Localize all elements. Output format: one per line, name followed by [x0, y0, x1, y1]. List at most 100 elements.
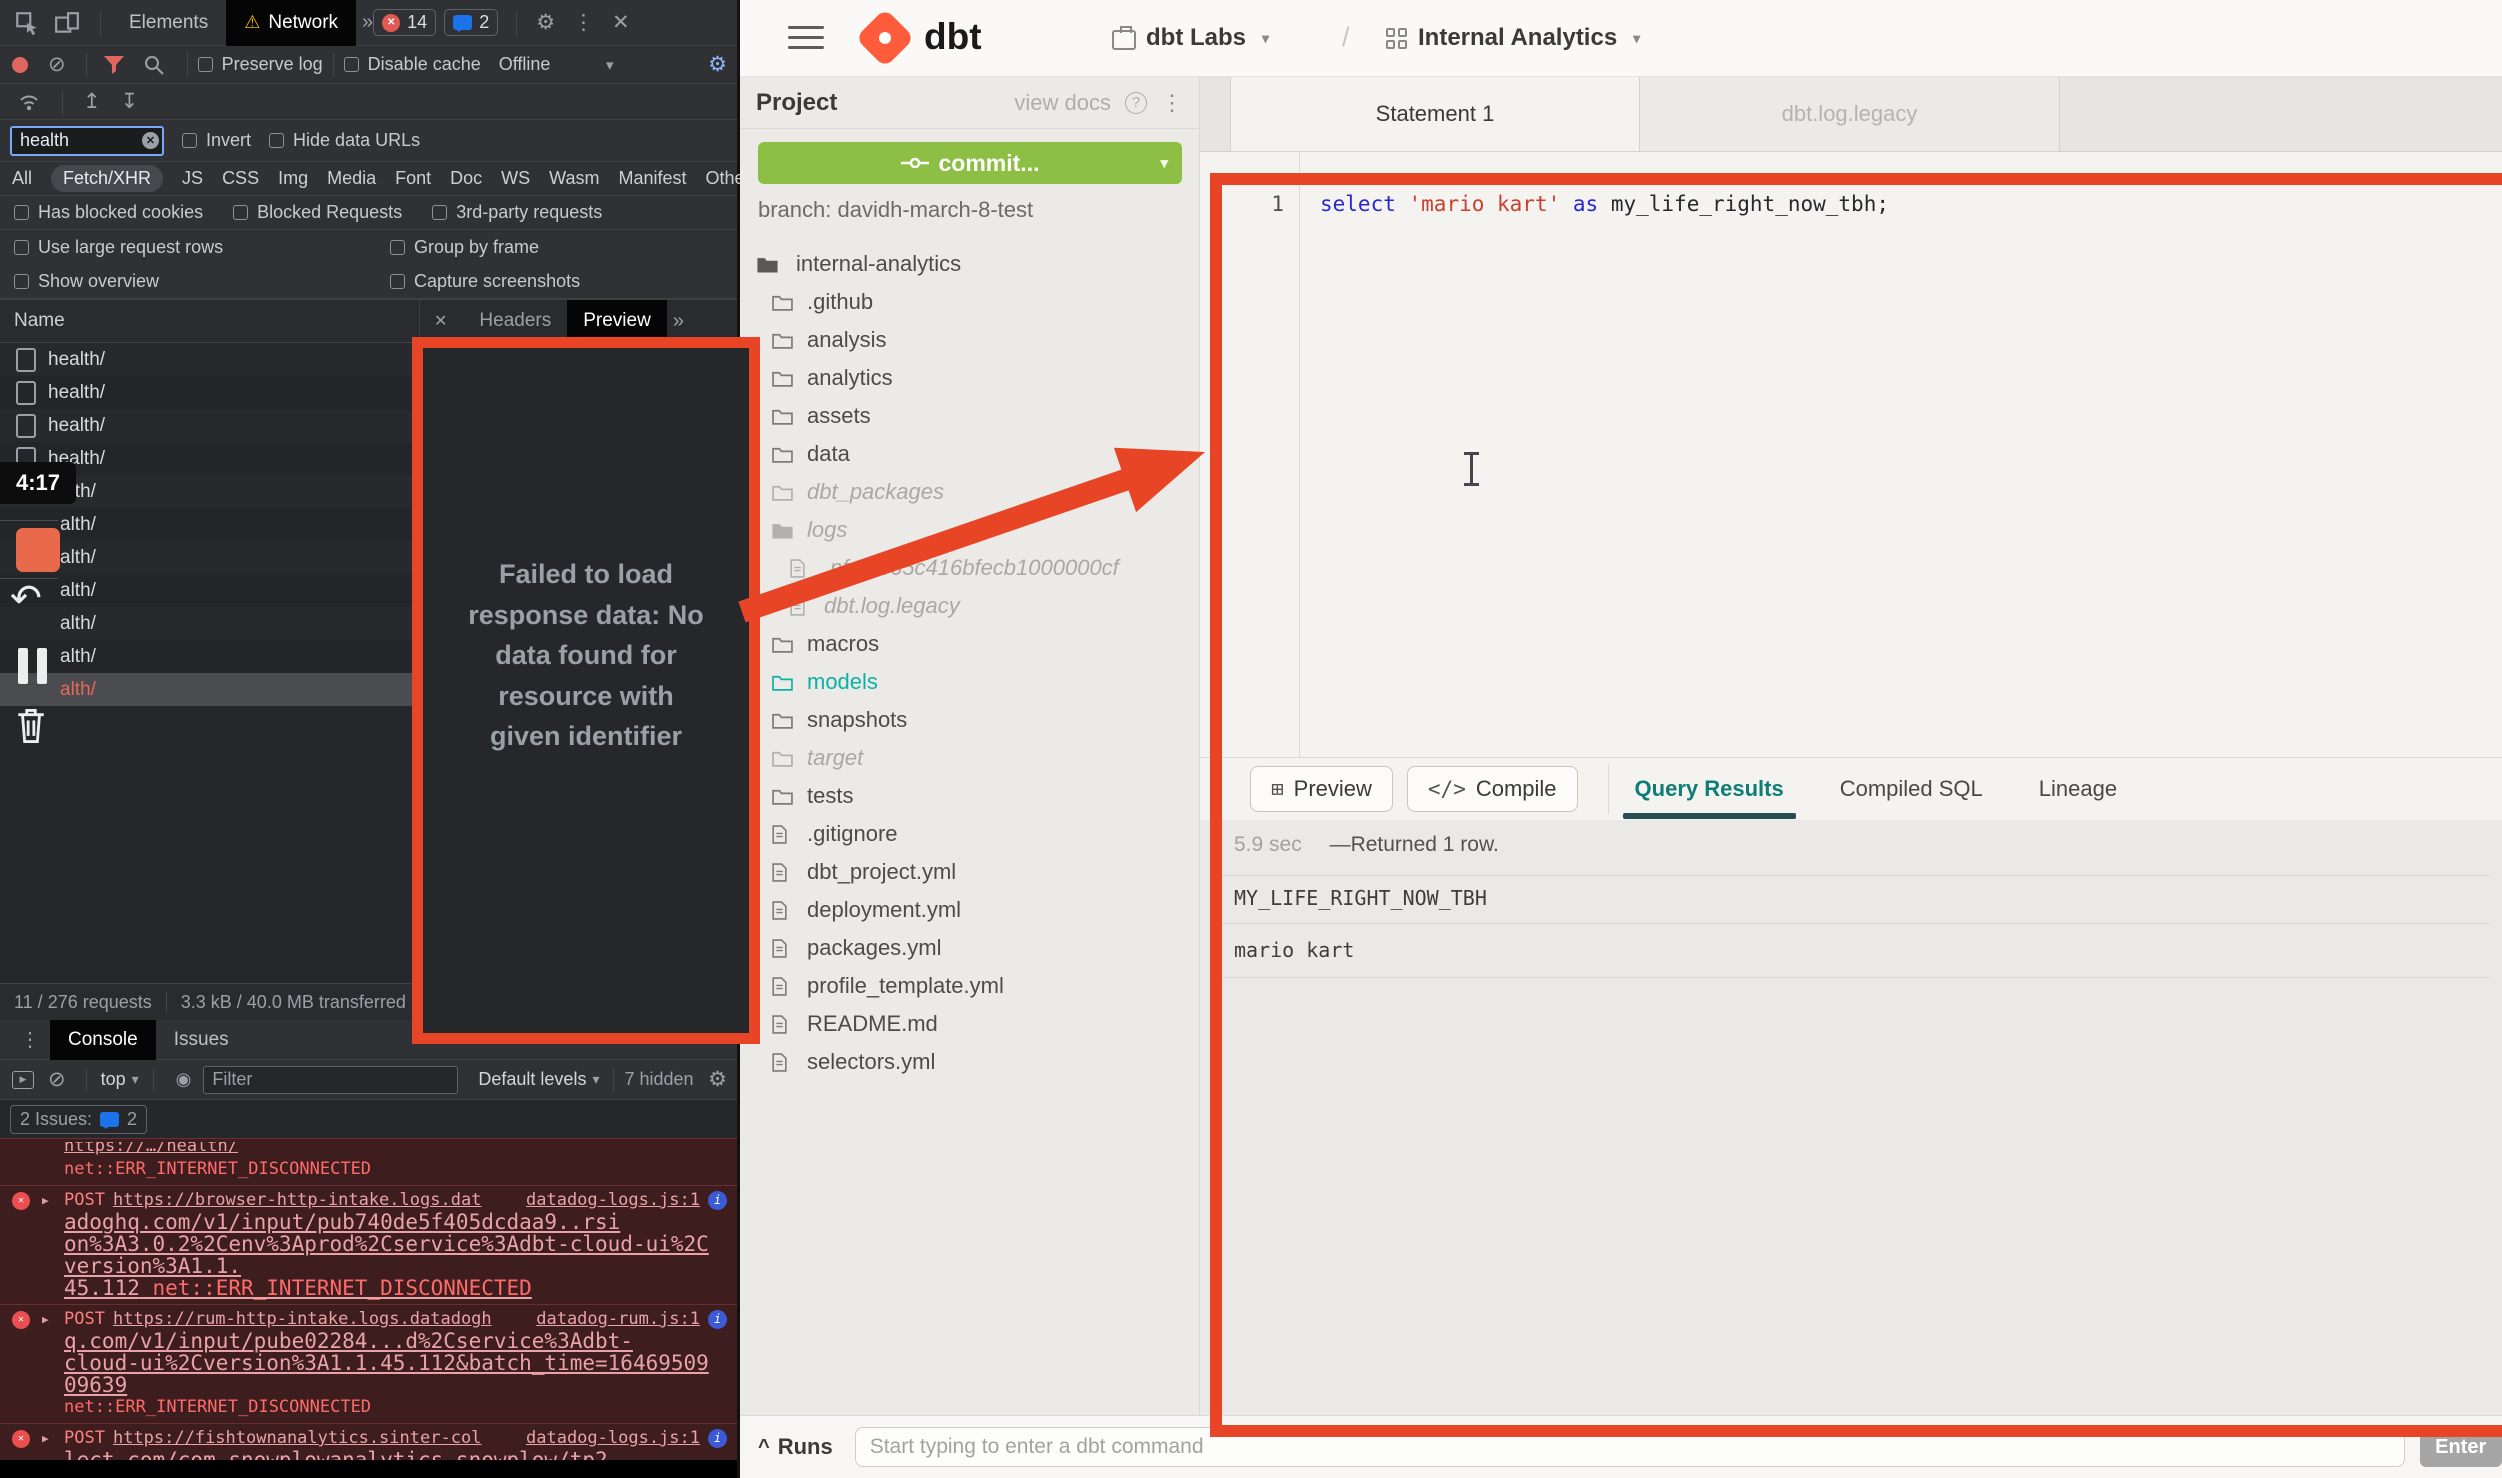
folder-item-models[interactable]: models [740, 663, 1199, 701]
console-settings-gear-icon[interactable]: ⚙ [708, 1067, 727, 1092]
checkbox-icon[interactable] [14, 205, 29, 220]
kebab-menu-icon[interactable]: ⋮ [573, 10, 594, 35]
checkbox-use-large-request-rows[interactable]: Use large request rows [14, 237, 223, 258]
tab-issues[interactable]: Issues [156, 1020, 247, 1060]
checkbox-icon[interactable] [390, 240, 405, 255]
console-link[interactable]: https://…/health/ [64, 1142, 727, 1157]
error-count-badge[interactable]: ✕ 14 [373, 9, 436, 36]
console-filter-input[interactable] [203, 1066, 458, 1094]
live-expression-eye-icon[interactable]: ◉ [176, 1069, 192, 1090]
code-editor[interactable]: 1 select 'mario kart' as my_life_right_n… [1200, 152, 2502, 757]
context-selector[interactable]: top ▾ [101, 1069, 139, 1090]
network-request-row[interactable]: alth/ [0, 640, 419, 673]
checkbox-icon[interactable] [269, 133, 284, 148]
dbt-logo-icon[interactable] [855, 8, 914, 67]
inspect-icon[interactable] [10, 10, 44, 36]
tab-console[interactable]: Console [50, 1020, 156, 1060]
throttling-select[interactable]: Offline [499, 54, 551, 75]
device-toolbar-icon[interactable] [50, 10, 84, 36]
filter-chip-font[interactable]: Font [395, 168, 431, 189]
checkbox-invert[interactable]: Invert [182, 130, 251, 151]
filter-chip-ws[interactable]: WS [501, 168, 530, 189]
recorder-trash-icon[interactable] [14, 706, 48, 751]
close-devtools-icon[interactable]: ✕ [612, 10, 630, 35]
filter-chip-doc[interactable]: Doc [450, 168, 482, 189]
clear-filter-icon[interactable]: ✕ [142, 132, 159, 149]
more-detail-tabs-icon[interactable]: » [673, 310, 684, 333]
folder-item-target[interactable]: target [740, 739, 1199, 777]
network-request-row[interactable]: alth/ [0, 673, 419, 706]
sql-code-line[interactable]: select 'mario kart' as my_life_right_now… [1320, 192, 1889, 216]
network-request-row[interactable]: health/ [0, 343, 419, 376]
filter-chip-manifest[interactable]: Manifest [619, 168, 687, 189]
checkbox-icon[interactable] [432, 205, 447, 220]
import-har-icon[interactable]: ↥ [83, 89, 101, 114]
filter-chip-fetch-xhr[interactable]: Fetch/XHR [51, 165, 163, 192]
checkbox-icon[interactable] [233, 205, 248, 220]
help-icon[interactable]: ? [1125, 92, 1147, 114]
network-request-row[interactable]: health/ [0, 409, 419, 442]
view-docs-link[interactable]: view docs [1014, 90, 1111, 116]
folder-item-internal-analytics[interactable]: internal-analytics [740, 245, 1199, 283]
close-detail-icon[interactable]: ✕ [434, 311, 447, 331]
checkbox-icon[interactable] [14, 240, 29, 255]
file-item-packages-yml[interactable]: packages.yml [740, 929, 1199, 967]
recorder-stop-button[interactable] [16, 528, 60, 572]
console-sidebar-icon[interactable]: ▶ [12, 1071, 34, 1089]
console-link[interactable]: 45.112 net::ERR_INTERNET_DISCONNECTED [64, 1277, 717, 1299]
dbt-command-input[interactable] [855, 1427, 2405, 1467]
recorder-pause-icon[interactable] [18, 648, 47, 684]
enter-button[interactable]: Enter [2420, 1427, 2502, 1467]
tab-dbt-log-legacy[interactable]: dbt.log.legacy [1640, 77, 2060, 151]
filter-chip-media[interactable]: Media [327, 168, 376, 189]
tab-lineage[interactable]: Lineage [2039, 776, 2117, 802]
console-link[interactable]: cloud-ui%2Cversion%3A1.1.45.112&batch_ti… [64, 1352, 717, 1396]
source-link[interactable]: datadog-logs.js:1 [526, 1427, 700, 1449]
checkbox-icon[interactable] [14, 274, 29, 289]
hidden-messages-count[interactable]: 7 hidden [624, 1069, 693, 1090]
checkbox-group-by-frame[interactable]: Group by frame [390, 237, 539, 258]
runs-toggle[interactable]: ^ Runs [758, 1434, 833, 1460]
checkbox-has-blocked-cookies[interactable]: Has blocked cookies [14, 202, 203, 223]
checkbox-capture-screenshots[interactable]: Capture screenshots [390, 271, 580, 292]
source-link[interactable]: datadog-rum.js:1 [536, 1308, 700, 1330]
folder-item-analysis[interactable]: analysis [740, 321, 1199, 359]
filter-chip-wasm[interactable]: Wasm [549, 168, 599, 189]
tab-statement-1[interactable]: Statement 1 [1230, 77, 1640, 151]
console-link[interactable]: lect.com/com.snowplowanalytics.snowplow/… [64, 1449, 717, 1460]
clear-console-icon[interactable]: ⊘ [48, 1067, 66, 1092]
account-selector[interactable]: dbt Labs ▾ [1112, 24, 1269, 52]
file-item-selectors-yml[interactable]: selectors.yml [740, 1043, 1199, 1081]
chevron-down-icon[interactable]: ▾ [606, 56, 614, 74]
network-request-row[interactable]: health/ [0, 376, 419, 409]
folder-item-assets[interactable]: assets [740, 397, 1199, 435]
checkbox-blocked-requests[interactable]: Blocked Requests [233, 202, 402, 223]
filter-funnel-icon[interactable] [97, 55, 131, 75]
checkbox-disable-cache[interactable]: Disable cache [344, 54, 481, 75]
network-settings-gear-icon[interactable]: ⚙ [708, 52, 727, 77]
console-link[interactable]: q.com/v1/input/pube02284...d%2Cservice%3… [64, 1330, 717, 1352]
console-error-entry[interactable]: ✕▶POST https://rum-http-intake.logs.data… [0, 1304, 737, 1423]
hamburger-menu-icon[interactable] [788, 26, 824, 56]
checkbox-preserve-log[interactable]: Preserve log [198, 54, 323, 75]
recorder-undo-icon[interactable]: ↶ [10, 576, 42, 621]
source-link[interactable]: datadog-logs.js:1 [526, 1189, 700, 1211]
commit-button[interactable]: commit... ▾ [758, 142, 1182, 184]
project-selector[interactable]: Internal Analytics ▾ [1386, 24, 1640, 52]
network-request-row[interactable]: alth/ [0, 607, 419, 640]
file-item-nf-c3665c416bfecb1000000cf[interactable]: .nf.c3665c416bfecb1000000cf [740, 549, 1199, 587]
file-item-dbt-log-legacy[interactable]: dbt.log.legacy [740, 587, 1199, 625]
console-error-entry[interactable]: ✕▶POST https://browser-http-intake.logs.… [0, 1185, 737, 1304]
issues-count-badge[interactable]: 2 [444, 9, 498, 36]
tab-query-results[interactable]: Query Results [1635, 776, 1784, 802]
folder-item-analytics[interactable]: analytics [740, 359, 1199, 397]
settings-gear-icon[interactable]: ⚙ [536, 10, 555, 35]
folder-item-macros[interactable]: macros [740, 625, 1199, 663]
folder-item-dbt-packages[interactable]: dbt_packages [740, 473, 1199, 511]
export-har-icon[interactable]: ↧ [121, 89, 139, 114]
checkbox-show-overview[interactable]: Show overview [14, 271, 159, 292]
network-request-row[interactable]: alth/ [0, 574, 419, 607]
tab-elements[interactable]: Elements [111, 0, 226, 46]
file-item-dbt-project-yml[interactable]: dbt_project.yml [740, 853, 1199, 891]
filter-chip-css[interactable]: CSS [222, 168, 259, 189]
